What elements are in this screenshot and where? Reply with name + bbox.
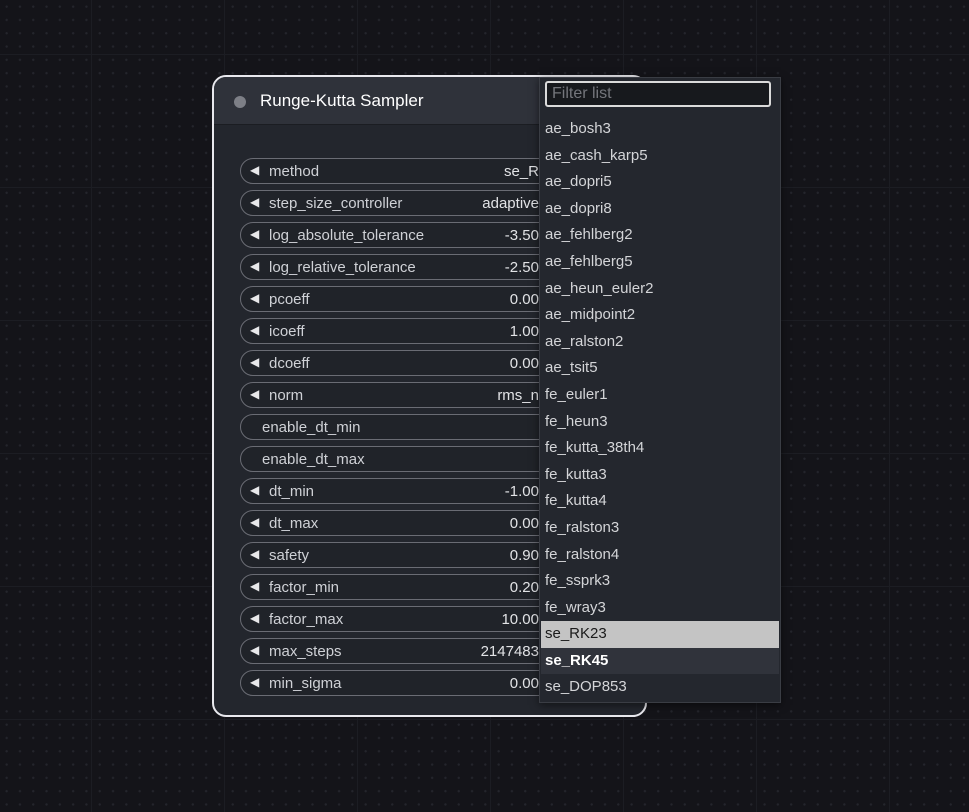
widget-value: 0.00: [509, 291, 539, 308]
status-dot-icon[interactable]: [234, 96, 246, 108]
dropdown-option[interactable]: ae_tsit5: [541, 355, 779, 382]
dropdown-option[interactable]: fe_heun3: [541, 409, 779, 436]
decrement-arrow-icon[interactable]: ◀: [250, 355, 259, 369]
filter-list-input[interactable]: [545, 81, 771, 107]
widget-value: 2147483: [480, 643, 539, 660]
widget-label: log_absolute_tolerance: [269, 227, 425, 244]
decrement-arrow-icon[interactable]: ◀: [250, 547, 259, 561]
method-dropdown-menu: ae_bosh3ae_cash_karp5ae_dopri5ae_dopri8a…: [539, 77, 781, 703]
node-title: Runge-Kutta Sampler: [260, 91, 424, 110]
widget-label: enable_dt_min: [262, 419, 361, 436]
widget-label: dt_max: [269, 515, 319, 532]
widget-value: adaptive: [482, 195, 539, 212]
dropdown-option[interactable]: fe_wray3: [541, 595, 779, 622]
dropdown-option[interactable]: ae_ralston2: [541, 329, 779, 356]
dropdown-option[interactable]: fe_kutta4: [541, 488, 779, 515]
widget-value: 0.00: [509, 355, 539, 372]
widget-value: -3.50: [504, 227, 539, 244]
widget-label: safety: [269, 547, 310, 564]
dropdown-option[interactable]: se_RK23: [541, 621, 779, 648]
decrement-arrow-icon[interactable]: ◀: [250, 579, 259, 593]
dropdown-option[interactable]: se_DOP853: [541, 674, 779, 701]
widget-label: factor_min: [269, 579, 340, 596]
dropdown-option[interactable]: fe_kutta3: [541, 462, 779, 489]
widget-value: se_R: [503, 163, 539, 180]
widget-label: dt_min: [269, 483, 315, 500]
dropdown-option[interactable]: fe_ralston4: [541, 542, 779, 569]
dropdown-option[interactable]: fe_ralston3: [541, 515, 779, 542]
dropdown-option[interactable]: ae_dopri5: [541, 169, 779, 196]
dropdown-option[interactable]: ae_midpoint2: [541, 302, 779, 329]
dropdown-option[interactable]: fe_euler1: [541, 382, 779, 409]
widget-label: icoeff: [269, 323, 305, 340]
dropdown-option[interactable]: ae_cash_karp5: [541, 143, 779, 170]
widget-value: 10.00: [501, 611, 539, 628]
decrement-arrow-icon[interactable]: ◀: [250, 259, 259, 273]
widget-label: max_steps: [269, 643, 342, 660]
decrement-arrow-icon[interactable]: ◀: [250, 515, 259, 529]
widget-label: step_size_controller: [269, 195, 403, 212]
widget-label: factor_max: [269, 611, 344, 628]
decrement-arrow-icon[interactable]: ◀: [250, 195, 259, 209]
widget-value: -2.50: [504, 259, 539, 276]
decrement-arrow-icon[interactable]: ◀: [250, 227, 259, 241]
widget-label: norm: [269, 387, 304, 404]
widget-value: 0.90: [509, 547, 539, 564]
widget-value: 0.20: [509, 579, 539, 596]
decrement-arrow-icon[interactable]: ◀: [250, 387, 259, 401]
dropdown-option[interactable]: ae_heun_euler2: [541, 276, 779, 303]
widget-value: rms_n: [497, 387, 539, 404]
decrement-arrow-icon[interactable]: ◀: [250, 163, 259, 177]
dropdown-option[interactable]: ae_fehlberg2: [541, 222, 779, 249]
widget-label: pcoeff: [269, 291, 310, 308]
dropdown-option[interactable]: ae_bosh3: [541, 116, 779, 143]
widget-label: method: [269, 163, 320, 180]
widget-value: 0.00: [509, 675, 539, 692]
dropdown-options: ae_bosh3 ae_cash_karp5 ae_dopri5 ae_dopri8 a…: [541, 116, 779, 701]
dropdown-option[interactable]: se_RK45: [541, 647, 779, 675]
decrement-arrow-icon[interactable]: ◀: [250, 611, 259, 625]
dropdown-option[interactable]: fe_ssprk3: [541, 568, 779, 595]
widget-value: 0.00: [509, 515, 539, 532]
dropdown-option[interactable]: fe_kutta_38th4: [541, 435, 779, 462]
widget-label: min_sigma: [269, 675, 342, 692]
decrement-arrow-icon[interactable]: ◀: [250, 483, 259, 497]
widget-value: -1.00: [504, 483, 539, 500]
decrement-arrow-icon[interactable]: ◀: [250, 643, 259, 657]
decrement-arrow-icon[interactable]: ◀: [250, 291, 259, 305]
decrement-arrow-icon[interactable]: ◀: [250, 323, 259, 337]
dropdown-option[interactable]: ae_fehlberg5: [541, 249, 779, 276]
decrement-arrow-icon[interactable]: ◀: [250, 675, 259, 689]
widget-value: 1.00: [509, 323, 539, 340]
widget-label: enable_dt_max: [262, 451, 365, 468]
widget-label: dcoeff: [269, 355, 310, 372]
dropdown-option[interactable]: ae_dopri8: [541, 196, 779, 223]
widget-label: log_relative_tolerance: [269, 259, 416, 276]
